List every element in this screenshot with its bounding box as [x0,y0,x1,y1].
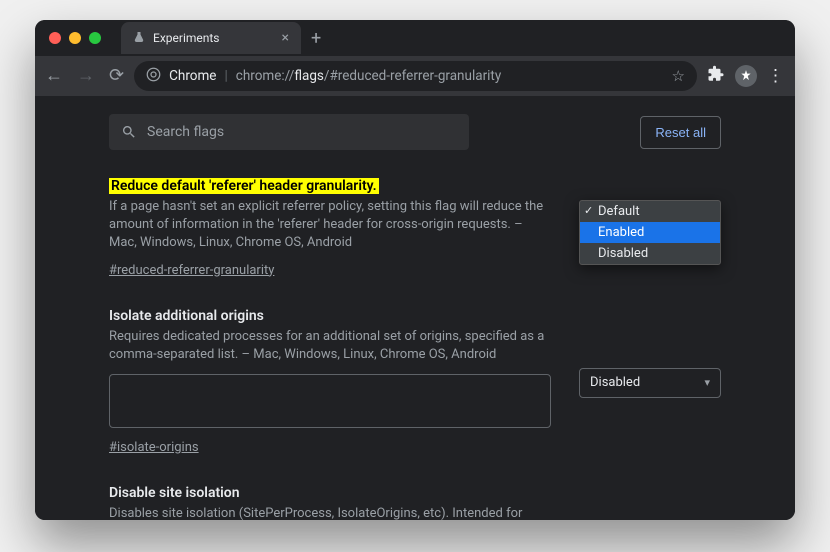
flag-anchor-link[interactable]: #isolate-origins [109,440,199,455]
flag-title: Isolate additional origins [109,308,551,324]
omnibox-site-label: Chrome [169,68,216,84]
close-icon[interactable]: × [282,30,289,46]
profile-avatar[interactable] [735,65,757,87]
search-placeholder: Search flags [147,124,224,140]
nav-controls: ← → ⟳ [45,67,124,85]
flag-description: Requires dedicated processes for an addi… [109,328,551,364]
reload-button[interactable]: ⟳ [109,67,124,85]
flask-icon [133,31,145,46]
flag-title: Reduce default 'referer' header granular… [109,178,551,194]
toolbar-right: ⋮ [707,65,785,87]
search-icon [121,124,137,140]
page-content: Search flags Reset all Reduce default 'r… [35,96,795,520]
bookmark-icon[interactable]: ☆ [672,67,685,85]
flag-dropdown[interactable]: Disabled ▾ [579,368,721,398]
reset-all-button[interactable]: Reset all [640,116,721,149]
flag-item: Disable site isolation Disables site iso… [109,485,721,520]
flag-description: Disables site isolation (SitePerProcess,… [109,505,551,520]
dropdown-option[interactable]: Disabled [580,243,720,264]
window-maximize-button[interactable] [89,32,101,44]
flag-anchor-link[interactable]: #reduced-referrer-granularity [109,263,274,278]
search-input[interactable]: Search flags [109,114,469,150]
flags-list: Reduce default 'referer' header granular… [35,162,795,520]
extensions-icon[interactable] [707,65,725,87]
window-close-button[interactable] [49,32,61,44]
dropdown-option[interactable]: Default [580,201,720,222]
menu-icon[interactable]: ⋮ [767,66,785,86]
search-row: Search flags Reset all [35,102,795,162]
browser-window: Experiments × + ← → ⟳ Chrome | chrome://… [35,20,795,520]
back-button[interactable]: ← [45,67,63,85]
tab-bar: Experiments × + [35,20,795,56]
window-minimize-button[interactable] [69,32,81,44]
browser-tab[interactable]: Experiments × [121,22,301,54]
window-controls [45,32,109,44]
chevron-down-icon: ▾ [704,376,710,389]
dropdown-value: Disabled [590,375,640,390]
toolbar: ← → ⟳ Chrome | chrome://flags/#reduced-r… [35,56,795,96]
flag-title: Disable site isolation [109,485,551,501]
flag-textarea[interactable] [109,374,551,428]
flag-item: Isolate additional origins Requires dedi… [109,308,721,455]
new-tab-button[interactable]: + [301,28,331,49]
tab-title: Experiments [153,31,220,45]
address-bar[interactable]: Chrome | chrome://flags/#reduced-referre… [134,61,697,91]
dropdown-option[interactable]: Enabled [580,222,720,243]
omnibox-separator: | [224,68,227,84]
forward-button: → [77,67,95,85]
flag-item: Reduce default 'referer' header granular… [109,178,721,278]
flag-dropdown-open[interactable]: Default Enabled Disabled [579,200,721,265]
flag-description: If a page hasn't set an explicit referre… [109,198,551,253]
omnibox-url: chrome://flags/#reduced-referrer-granula… [236,68,501,84]
chrome-icon [146,67,161,86]
